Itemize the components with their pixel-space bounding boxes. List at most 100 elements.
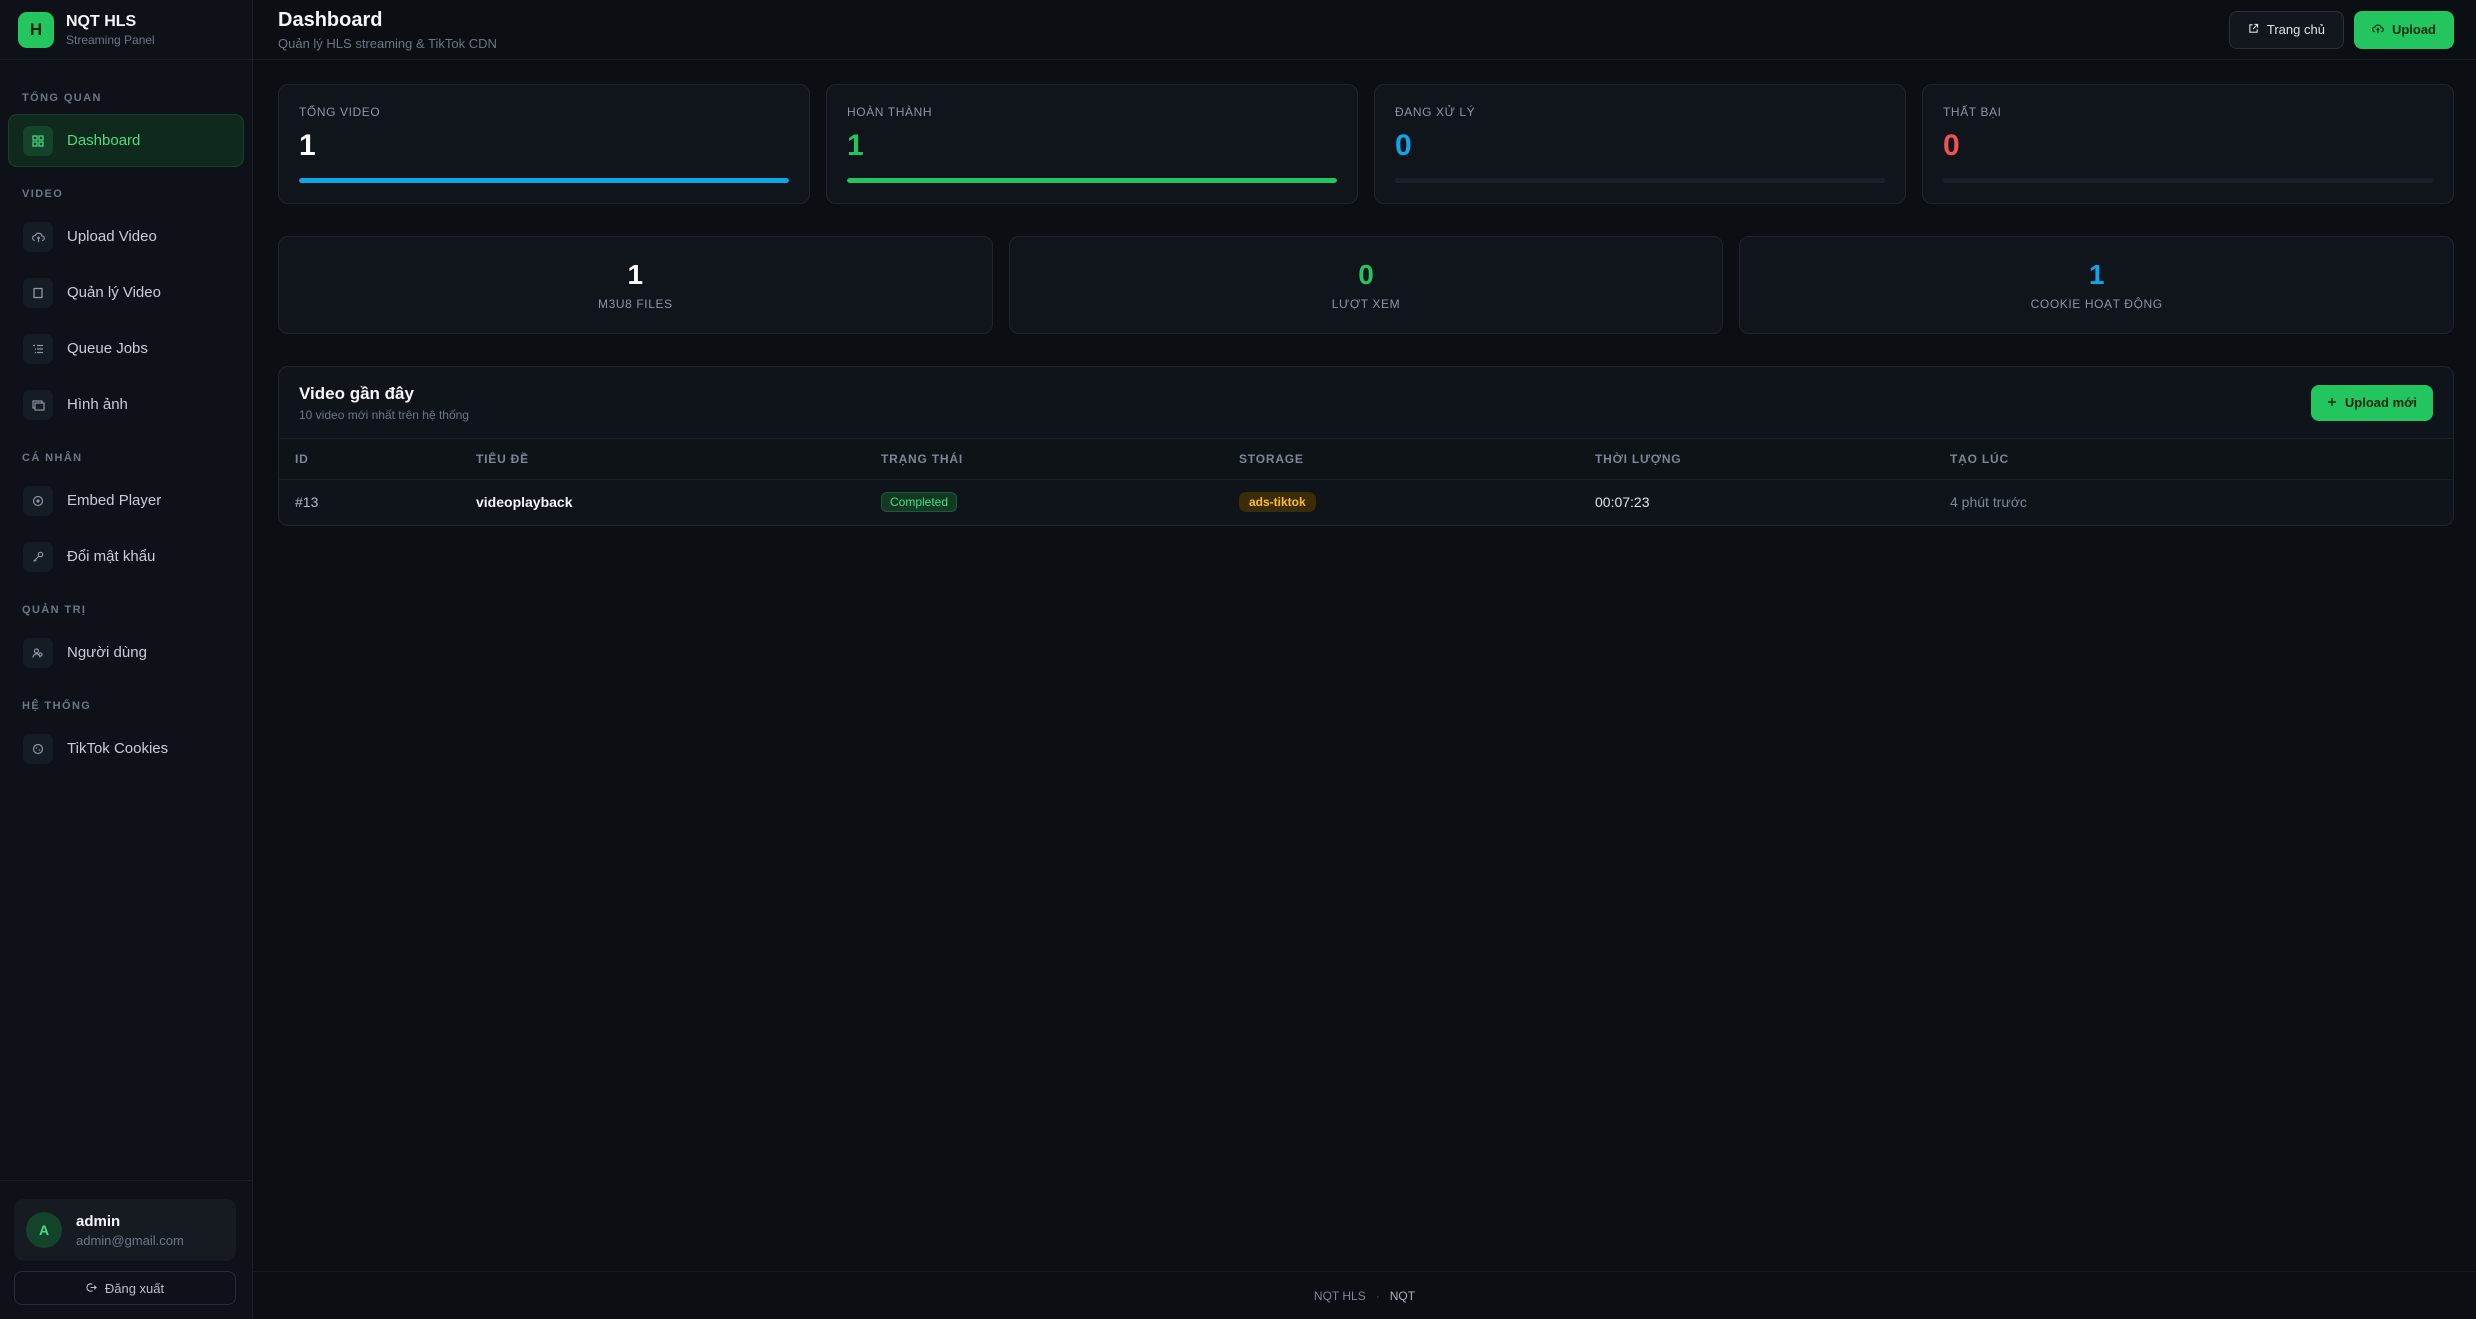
stat-progress-fill	[847, 178, 1337, 183]
list-icon	[23, 333, 53, 364]
sidebar-item-label: Người dùng	[67, 644, 147, 661]
footer: NQT HLS · NQT	[253, 1271, 2476, 1319]
user-email: admin@gmail.com	[76, 1232, 184, 1248]
sidebar-divider	[0, 1180, 252, 1181]
stat-label: HOÀN THÀNH	[847, 105, 933, 119]
panel-title: Video gần đây	[299, 383, 414, 403]
stat-label: THẤT BẠI	[1943, 105, 2002, 119]
cookie-icon	[23, 733, 53, 764]
recent-videos-table: ID TIÊU ĐỀ TRẠNG THÁI STORAGE THỜI LƯỢNG…	[279, 439, 2453, 525]
cloud-upload-icon	[2371, 22, 2384, 37]
upload-new-button[interactable]: Upload mới	[2310, 384, 2433, 421]
brand-subtitle: Streaming Panel	[66, 32, 155, 47]
cell-title[interactable]: videoplayback	[460, 479, 865, 525]
logout-label: Đăng xuất	[104, 1280, 165, 1296]
stat-value: 0	[1395, 129, 1412, 162]
nav-section-video: VIDEO	[22, 188, 64, 200]
target-icon	[23, 485, 53, 516]
column-header-id[interactable]: ID	[279, 439, 460, 480]
avatar: A	[26, 1212, 62, 1248]
content: TỔNG VIDEO 1 HOÀN THÀNH 1 ĐANG XỬ LÝ 0 T…	[253, 60, 2476, 526]
stat-value: 1	[847, 129, 864, 162]
metric-label: M3U8 FILES	[597, 297, 673, 311]
column-header-status[interactable]: TRẠNG THÁI	[865, 439, 1223, 480]
page-subtitle: Quản lý HLS streaming & TikTok CDN	[278, 35, 497, 51]
sidebar-item-label: Queue Jobs	[67, 340, 148, 357]
stat-card-completed: HOÀN THÀNH 1	[826, 84, 1358, 204]
home-button[interactable]: Trang chủ	[2228, 10, 2344, 49]
panel-subtitle: 10 video mới nhất trên hệ thống	[299, 407, 469, 422]
sidebar-item-label: Embed Player	[67, 492, 162, 509]
top-bar: Dashboard Quản lý HLS streaming & TikTok…	[253, 0, 2476, 60]
sidebar-item-queue-jobs[interactable]: Queue Jobs	[8, 322, 244, 375]
sidebar-item-images[interactable]: Hình ảnh	[8, 378, 244, 431]
stat-progress	[299, 178, 789, 183]
column-header-created[interactable]: TẠO LÚC	[1934, 439, 2453, 480]
stat-value: 0	[1943, 129, 1960, 162]
image-icon	[23, 389, 53, 420]
stat-progress	[1943, 178, 2433, 183]
sidebar-item-upload-video[interactable]: Upload Video	[8, 210, 244, 263]
sidebar-nav: TỔNG QUAN Dashboard VIDEO Upload Video Q	[0, 60, 252, 1319]
square-icon	[23, 277, 53, 308]
brand-logo: H	[18, 11, 54, 48]
upload-new-label: Upload mới	[2344, 395, 2417, 410]
sidebar-item-embed-player[interactable]: Embed Player	[8, 474, 244, 527]
sidebar-item-label: Đổi mật khẩu	[67, 548, 156, 565]
panel-header: Video gần đây 10 video mới nhất trên hệ …	[279, 367, 2453, 439]
recent-videos-panel: Video gần đây 10 video mới nhất trên hệ …	[278, 366, 2454, 526]
column-header-duration[interactable]: THỜI LƯỢNG	[1579, 439, 1934, 480]
sidebar-item-label: TikTok Cookies	[67, 740, 169, 757]
cell-created: 4 phút trước	[1950, 494, 2027, 511]
grid-icon	[23, 125, 53, 156]
brand[interactable]: H NQT HLS Streaming Panel	[0, 0, 252, 60]
sidebar-item-users[interactable]: Người dùng	[8, 626, 244, 679]
nav-section-system: HỆ THỐNG	[22, 700, 92, 712]
stat-card-processing: ĐANG XỬ LÝ 0	[1374, 84, 1906, 204]
users-icon	[23, 637, 53, 668]
logout-icon	[86, 1281, 97, 1296]
top-actions: Trang chủ Upload	[2228, 10, 2454, 49]
brand-name: NQT HLS	[66, 12, 137, 30]
sidebar: H NQT HLS Streaming Panel TỔNG QUAN Dash…	[0, 0, 253, 1319]
home-button-label: Trang chủ	[2266, 22, 2325, 37]
sidebar-item-dashboard[interactable]: Dashboard	[8, 114, 244, 167]
stat-value: 1	[299, 129, 316, 162]
stat-progress	[1395, 178, 1885, 183]
app-root: H NQT HLS Streaming Panel TỔNG QUAN Dash…	[0, 0, 2476, 1319]
stat-label: ĐANG XỬ LÝ	[1395, 105, 1476, 119]
metric-value: 1	[2088, 259, 2105, 290]
sidebar-item-label: Hình ảnh	[67, 396, 128, 413]
metric-card-cookies: 1 COOKIE HOẠT ĐỘNG	[1739, 236, 2455, 334]
key-icon	[23, 541, 53, 572]
cell-id: #13	[295, 494, 319, 511]
stat-card-failed: THẤT BẠI 0	[1922, 84, 2454, 204]
cloud-upload-icon	[23, 221, 53, 252]
sidebar-item-manage-video[interactable]: Quản lý Video	[8, 266, 244, 319]
column-header-title[interactable]: TIÊU ĐỀ	[460, 439, 865, 480]
sidebar-item-change-password[interactable]: Đổi mật khẩu	[8, 530, 244, 583]
table-header-row: ID TIÊU ĐỀ TRẠNG THÁI STORAGE THỜI LƯỢNG…	[279, 439, 2453, 480]
metric-card-views: 0 LƯỢT XEM	[1008, 236, 1724, 334]
stat-progress-fill	[299, 178, 789, 183]
stat-card-total: TỔNG VIDEO 1	[278, 84, 810, 204]
stat-label: TỔNG VIDEO	[299, 105, 381, 119]
metric-label: COOKIE HOẠT ĐỘNG	[2030, 297, 2163, 311]
user-card[interactable]: A admin admin@gmail.com	[14, 1199, 236, 1261]
nav-section-admin: QUẢN TRỊ	[22, 604, 87, 616]
cell-duration: 00:07:23	[1595, 494, 1650, 511]
status-badge: Completed	[881, 492, 958, 513]
metric-value: 0	[1358, 259, 1374, 290]
storage-badge: ads-tiktok	[1239, 492, 1316, 513]
main-area: Dashboard Quản lý HLS streaming & TikTok…	[253, 0, 2476, 1319]
sidebar-item-tiktok-cookies[interactable]: TikTok Cookies	[8, 722, 244, 775]
column-header-storage[interactable]: STORAGE	[1223, 439, 1579, 480]
footer-author: NQT	[1389, 1288, 1416, 1303]
upload-button[interactable]: Upload	[2353, 10, 2454, 49]
metric-cards: 1 M3U8 FILES 0 LƯỢT XEM 1 COOKIE HOẠT ĐỘ…	[278, 236, 2455, 334]
logout-button[interactable]: Đăng xuất	[14, 1271, 236, 1305]
table-row[interactable]: #13 videoplayback Completed ads-tiktok 0…	[279, 479, 2453, 525]
metric-label: LƯỢT XEM	[1331, 297, 1401, 311]
nav-section-personal: CÁ NHÂN	[22, 452, 83, 464]
footer-brand: NQT HLS	[1313, 1288, 1366, 1303]
